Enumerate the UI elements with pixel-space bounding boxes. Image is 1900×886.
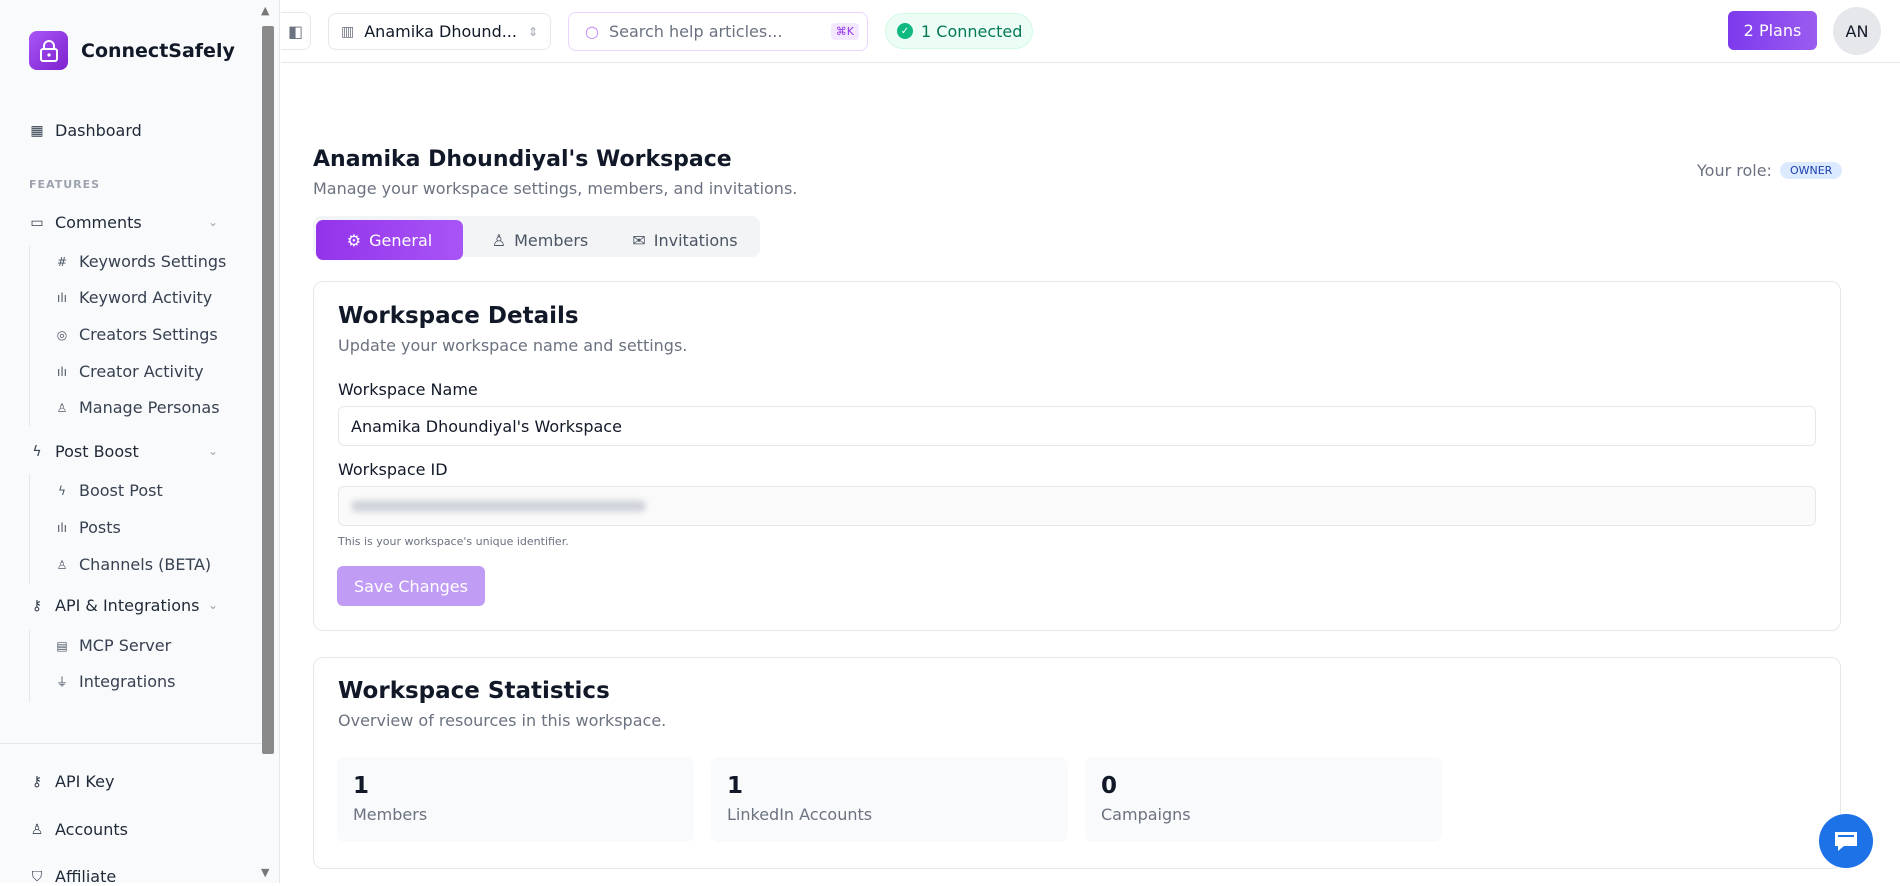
plans-button[interactable]: 2 Plans	[1728, 11, 1817, 50]
mail-icon: ✉	[632, 230, 646, 250]
users-icon: ♙	[491, 230, 507, 250]
workspace-id-input	[338, 486, 1816, 526]
plug-icon: ⏚	[55, 675, 68, 689]
save-changes-button[interactable]: Save Changes	[337, 566, 485, 606]
page-subtitle: Manage your workspace settings, members,…	[313, 179, 798, 198]
sidebar-item-manage-personas[interactable]: ♙ Manage Personas	[55, 398, 220, 417]
key-icon: ⚷	[31, 597, 43, 614]
stat-linkedin-accounts: 1 LinkedIn Accounts	[711, 757, 1068, 842]
tab-invitations[interactable]: ✉ Invitations	[620, 220, 750, 260]
user-icon: ♙	[30, 821, 44, 838]
stat-members: 1 Members	[337, 757, 694, 842]
sidebar-item-channels[interactable]: ♙ Channels (BETA)	[55, 555, 212, 574]
chevron-down-icon[interactable]: ⌄	[208, 598, 218, 612]
sidebar: ConnectSafely ▦ Dashboard FEATURES ▭ Comme…	[0, 0, 280, 886]
sidebar-item-creators-settings[interactable]: ◎ Creators Settings	[55, 325, 218, 344]
chat-widget-button[interactable]	[1819, 814, 1873, 868]
search-icon: ○	[585, 22, 599, 41]
card-title: Workspace Statistics	[338, 678, 610, 704]
scrollbar-thumb[interactable]	[262, 26, 274, 754]
chat-bubble-icon	[1835, 832, 1857, 851]
divider	[29, 474, 30, 584]
shortcut-badge: ⌘K	[830, 23, 859, 40]
users-icon: ♙	[56, 557, 68, 572]
chevron-down-icon[interactable]: ⌄	[208, 444, 218, 458]
sidebar-group-comments[interactable]: ▭ Comments	[29, 213, 141, 232]
card-subtitle: Overview of resources in this workspace.	[338, 711, 667, 730]
logo-lock-icon	[29, 31, 68, 70]
card-subtitle: Update your workspace name and settings.	[338, 336, 688, 355]
sidebar-item-affiliate[interactable]: ⛉ Affiliate	[29, 867, 116, 886]
sidebar-group-api-integrations[interactable]: ⚷ API & Integrations	[29, 596, 200, 615]
sidebar-item-keywords-settings[interactable]: # Keywords Settings	[55, 252, 226, 271]
section-features: FEATURES	[29, 178, 101, 191]
workspace-id-hint: This is your workspace's unique identifi…	[338, 535, 569, 548]
blurred-id	[351, 500, 646, 512]
workspace-name-input[interactable]: Anamika Dhoundiyal's Workspace	[338, 406, 1816, 446]
connected-status-badge[interactable]: ✓ 1 Connected	[885, 13, 1033, 49]
server-icon: ▤	[56, 638, 68, 653]
card-title: Workspace Details	[338, 303, 579, 329]
tab-members[interactable]: ♙ Members	[480, 220, 600, 260]
workspace-name-label: Workspace Name	[338, 380, 478, 399]
sidebar-item-mcp-server[interactable]: ▤ MCP Server	[55, 636, 171, 655]
divider	[0, 743, 262, 744]
zap-icon: ϟ	[32, 443, 42, 460]
message-square-icon: ▭	[30, 214, 44, 231]
sidebar-item-creator-activity[interactable]: ılı Creator Activity	[55, 362, 204, 381]
zap-icon: ϟ	[58, 483, 66, 498]
bar-chart-icon: ılı	[56, 364, 67, 379]
workspace-details-card	[313, 281, 1841, 631]
sidebar-item-integrations[interactable]: ⏚ Integrations	[55, 672, 176, 691]
target-icon: ◎	[56, 327, 68, 342]
tab-general[interactable]: ⚙ General	[316, 220, 463, 260]
sidebar-item-dashboard[interactable]: ▦ Dashboard	[29, 121, 141, 140]
sidebar-group-post-boost[interactable]: ϟ Post Boost	[29, 442, 138, 461]
workspace-selector[interactable]: ▥ Anamika Dhound... ⇕	[328, 13, 551, 50]
scroll-down-arrow[interactable]: ▼	[261, 866, 269, 879]
check-circle-icon: ✓	[897, 23, 913, 39]
sidebar-item-api-key[interactable]: ⚷ API Key	[29, 772, 115, 791]
role-badge: OWNER	[1779, 162, 1843, 179]
avatar[interactable]: AN	[1833, 7, 1881, 55]
scroll-up-arrow[interactable]: ▲	[261, 4, 269, 17]
brand-name: ConnectSafely	[81, 40, 235, 62]
sidebar-item-keyword-activity[interactable]: ılı Keyword Activity	[55, 288, 212, 307]
bar-chart-icon: ılı	[56, 290, 67, 305]
sidebar-item-boost-post[interactable]: ϟ Boost Post	[55, 481, 163, 500]
sidebar-item-accounts[interactable]: ♙ Accounts	[29, 820, 128, 839]
search-input[interactable]: ○ Search help articles... ⌘K	[568, 12, 868, 51]
gear-icon: ⚙	[346, 230, 362, 250]
building-icon: ▥	[341, 23, 355, 40]
divider	[29, 246, 30, 426]
hash-icon: #	[56, 254, 68, 269]
bar-chart-icon: ılı	[56, 520, 67, 535]
chevron-down-icon[interactable]: ⌄	[208, 215, 218, 229]
sidebar-toggle-icon[interactable]: ◧	[281, 12, 311, 50]
stat-campaigns: 0 Campaigns	[1085, 757, 1442, 842]
divider	[29, 630, 30, 702]
dashboard-grid-icon: ▦	[30, 122, 44, 139]
sidebar-item-posts[interactable]: ılı Posts	[55, 518, 121, 537]
page-title: Anamika Dhoundiyal's Workspace	[313, 147, 732, 172]
badge-icon: ⛉	[31, 868, 43, 885]
role-indicator: Your role: OWNER	[1697, 161, 1843, 180]
key-icon: ⚷	[31, 773, 43, 790]
user-icon: ♙	[56, 400, 68, 415]
chevrons-up-down-icon: ⇕	[527, 24, 538, 39]
workspace-id-label: Workspace ID	[338, 460, 448, 479]
